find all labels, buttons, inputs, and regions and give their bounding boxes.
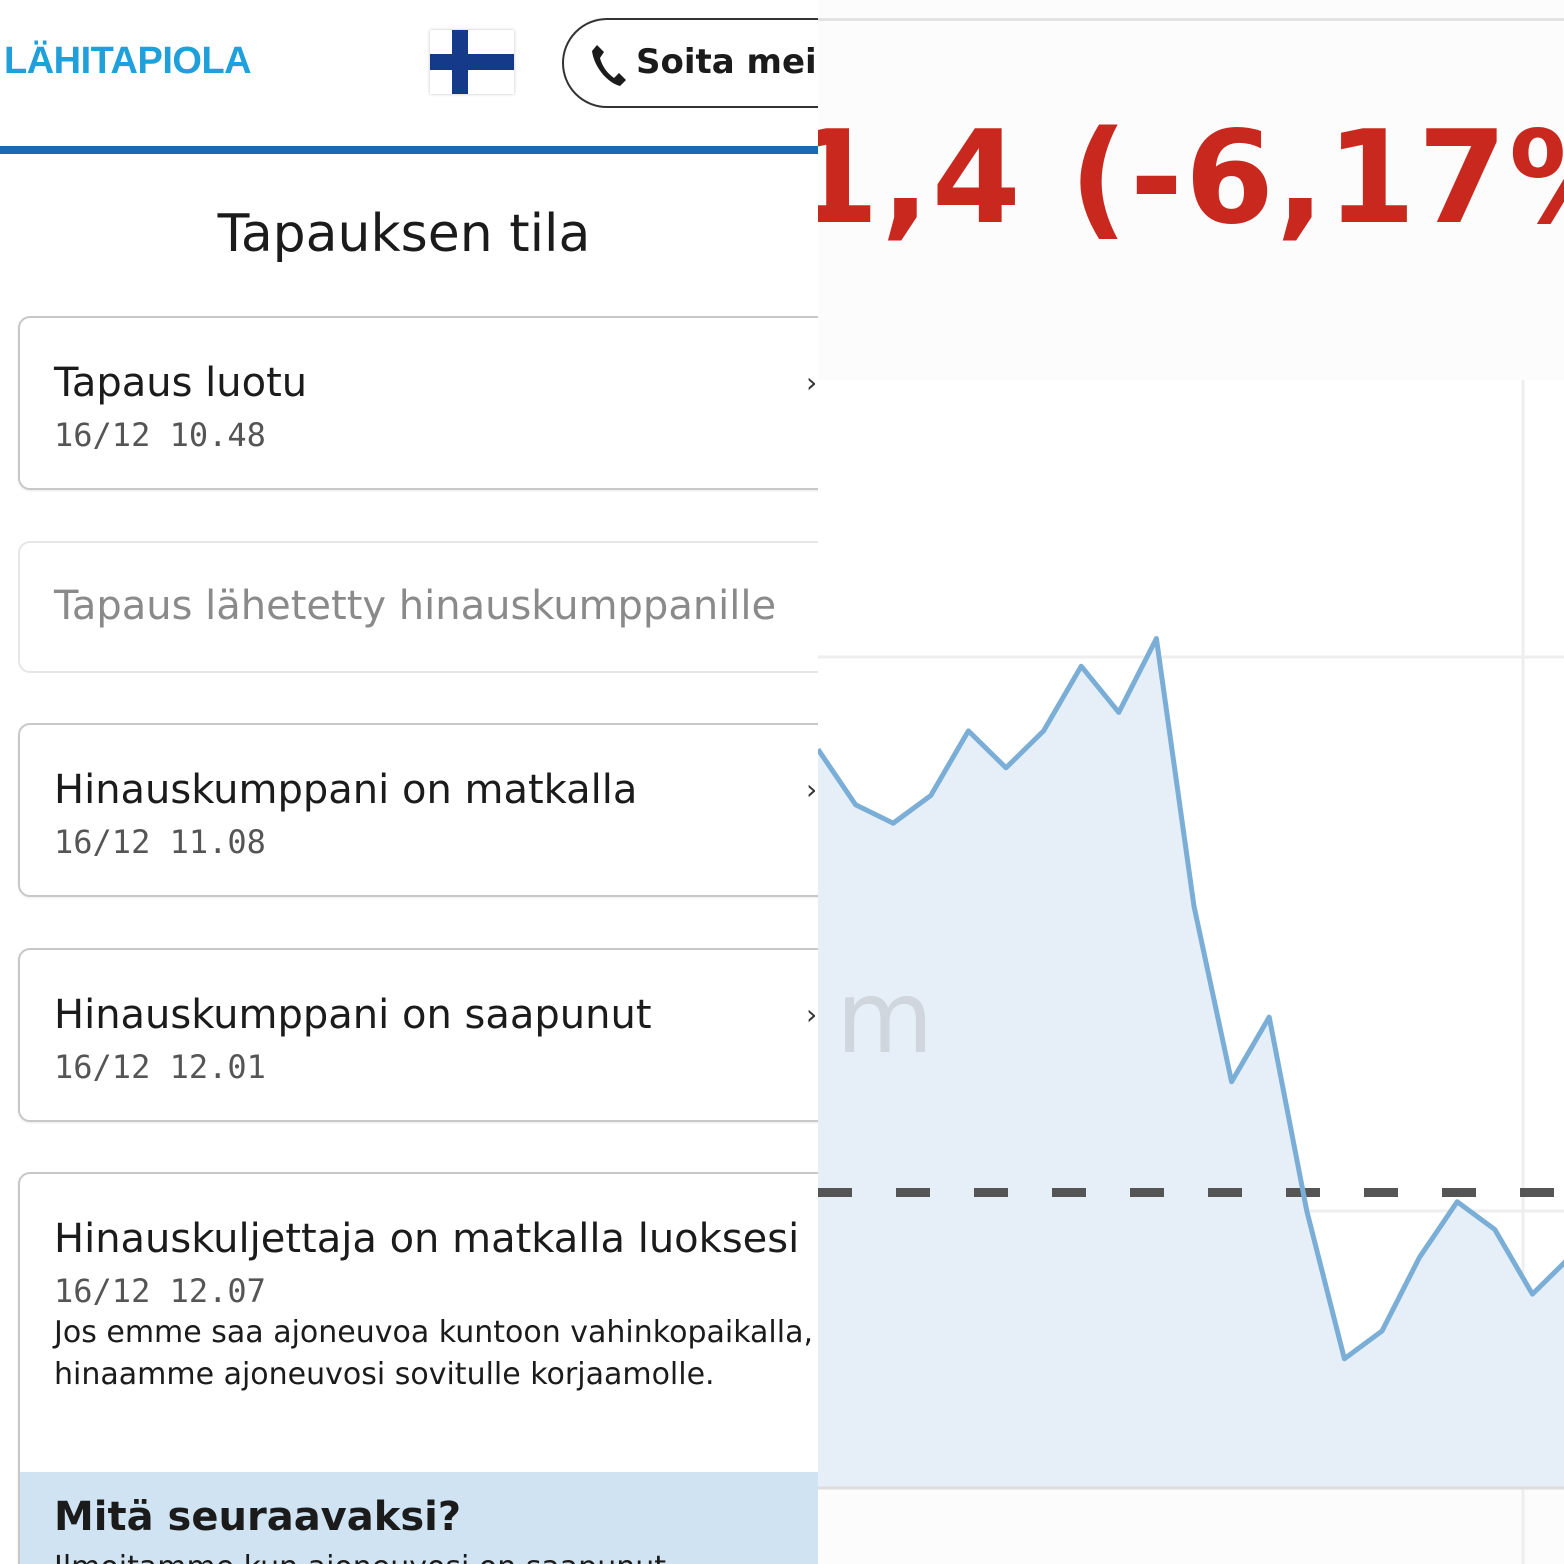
chevron-icon: › [806,366,818,399]
app-header: LÄHITAPIOLA Soita meil [0,0,818,148]
status-card-time: 16/12 10.48 [54,416,266,454]
status-card-sent-to-partner: Tapaus lähetetty hinauskumppanille [18,541,818,673]
lahitapiola-logo[interactable]: LÄHITAPIOLA [4,40,252,83]
page-title: Tapauksen tila [217,204,591,264]
chevron-icon: › [806,773,818,806]
status-card-title: Hinauskumppani on saapunut [54,992,652,1038]
status-card-title: Tapaus lähetetty hinauskumppanille [54,583,777,629]
call-us-button[interactable]: Soita meil [562,18,818,108]
status-card-title: Tapaus luotu [54,360,308,406]
status-card-description: Jos emme saa ajoneuvoa kuntoon vahinkopa… [54,1315,814,1392]
status-card-driver-en-route[interactable]: Hinauskuljettaja on matkalla luoksesi 16… [18,1172,818,1564]
status-card-time: 16/12 12.07 [54,1272,266,1310]
case-status-panel: LÄHITAPIOLA Soita meil Tapauksen tila Ta… [0,0,818,1564]
chevron-icon: › [806,998,818,1031]
status-card-title: Hinauskuljettaja on matkalla luoksesi [54,1216,800,1262]
chart-watermark: m [836,959,933,1076]
price-chart[interactable]: m [818,0,1564,1564]
whats-next-text: Ilmoitamme kun ajoneuvosi on saapunut [54,1550,666,1564]
status-card-time: 16/12 11.08 [54,823,266,861]
status-card-title: Hinauskumppani on matkalla [54,767,638,813]
call-us-label: Soita meil [636,42,818,82]
finland-flag-icon[interactable] [430,30,514,94]
whats-next-title: Mitä seuraavaksi? [54,1494,462,1540]
whats-next-box: Mitä seuraavaksi? Ilmoitamme kun ajoneuv… [20,1472,818,1564]
stock-chart-panel: 1,4 (-6,17%) m [818,0,1564,1564]
header-divider [0,146,818,154]
phone-icon [592,45,626,86]
status-card-case-created[interactable]: Tapaus luotu 16/12 10.48 › [18,316,818,490]
status-card-partner-arrived[interactable]: Hinauskumppani on saapunut 16/12 12.01 › [18,948,818,1122]
status-card-time: 16/12 12.01 [54,1048,266,1086]
status-card-partner-en-route[interactable]: Hinauskumppani on matkalla 16/12 11.08 › [18,723,818,897]
